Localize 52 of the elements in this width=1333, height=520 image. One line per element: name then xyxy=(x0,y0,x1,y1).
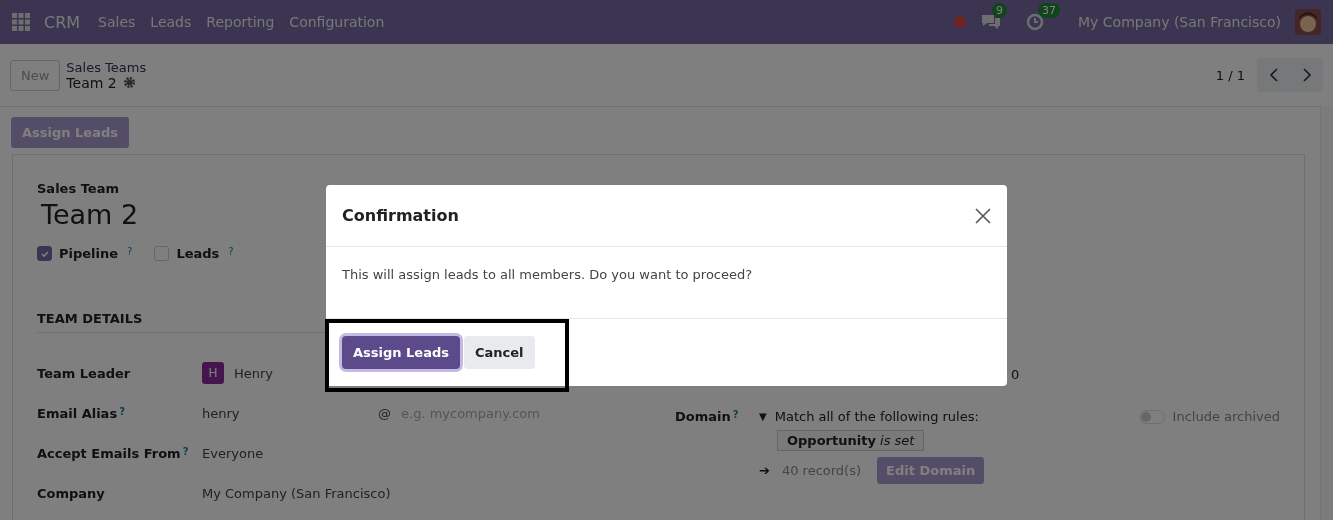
field-value[interactable]: Everyone xyxy=(202,445,264,461)
field-label: Company xyxy=(37,485,105,501)
field-label: Sales Team xyxy=(37,181,119,196)
help-mark[interactable]: ? xyxy=(119,405,125,417)
record-title: Team 2 xyxy=(66,74,117,91)
user-avatar: H xyxy=(202,362,224,384)
pager-counter: 1 / 1 xyxy=(1215,67,1245,83)
breadcrumb-link[interactable]: Sales Teams xyxy=(66,59,147,75)
user-avatar[interactable] xyxy=(1295,9,1321,35)
field-value[interactable]: henry xyxy=(202,405,378,421)
confirm-button[interactable]: Assign Leads xyxy=(342,336,460,369)
check-icon xyxy=(39,248,50,259)
option-label: Leads xyxy=(176,246,220,261)
field-label: Email Alias xyxy=(37,405,118,421)
settings-icon[interactable] xyxy=(122,76,136,89)
at-sign: @ xyxy=(378,405,391,421)
menu-item[interactable]: Configuration xyxy=(289,14,385,30)
caret-icon[interactable]: ▼ xyxy=(759,411,767,422)
field-label: Accept Emails From xyxy=(37,445,181,461)
chat-icon[interactable] xyxy=(980,13,1003,31)
record-count[interactable]: 40 record(s) xyxy=(781,463,862,478)
app-name[interactable]: CRM xyxy=(44,12,81,32)
menu-item[interactable]: Reporting xyxy=(206,14,275,30)
dialog-title: Confirmation xyxy=(342,206,459,225)
help-mark[interactable]: ? xyxy=(732,409,739,420)
help-mark[interactable]: ? xyxy=(182,445,189,457)
team-name: Team 2 xyxy=(41,199,139,230)
help-mark[interactable]: ? xyxy=(228,246,234,257)
apps-menu-icon[interactable] xyxy=(12,13,30,31)
message-count-badge: 9 xyxy=(992,3,1008,18)
option-label: Pipeline xyxy=(59,246,119,261)
close-icon[interactable] xyxy=(975,207,991,224)
field-value[interactable]: My Company (San Francisco) xyxy=(202,485,391,501)
menu-item[interactable]: Leads xyxy=(150,14,192,30)
help-mark[interactable]: ? xyxy=(127,246,133,257)
company-switcher[interactable]: My Company (San Francisco) xyxy=(1078,14,1281,30)
domain-match-text: Match all of the following rules: xyxy=(774,409,979,424)
arrow-icon: ➔ xyxy=(759,463,770,478)
field-value: 0 xyxy=(1011,367,1020,382)
dialog-message: This will assign leads to all members. Do you want to proceed? xyxy=(342,267,753,282)
clock-icon[interactable] xyxy=(1026,13,1045,31)
cancel-button[interactable]: Cancel xyxy=(464,336,535,369)
toggle-label: Include archived xyxy=(1172,409,1280,424)
checkbox[interactable] xyxy=(37,246,52,261)
menu-item[interactable]: Sales xyxy=(98,14,136,30)
recording-dot-icon[interactable] xyxy=(954,16,967,28)
field-label: Domain xyxy=(675,409,731,426)
activity-count-badge: 37 xyxy=(1038,3,1061,18)
chevron-left-icon xyxy=(1268,67,1279,83)
chevron-right-icon xyxy=(1301,67,1312,83)
field-value[interactable]: Henry xyxy=(234,365,274,381)
field-label: Team Leader xyxy=(37,365,131,381)
